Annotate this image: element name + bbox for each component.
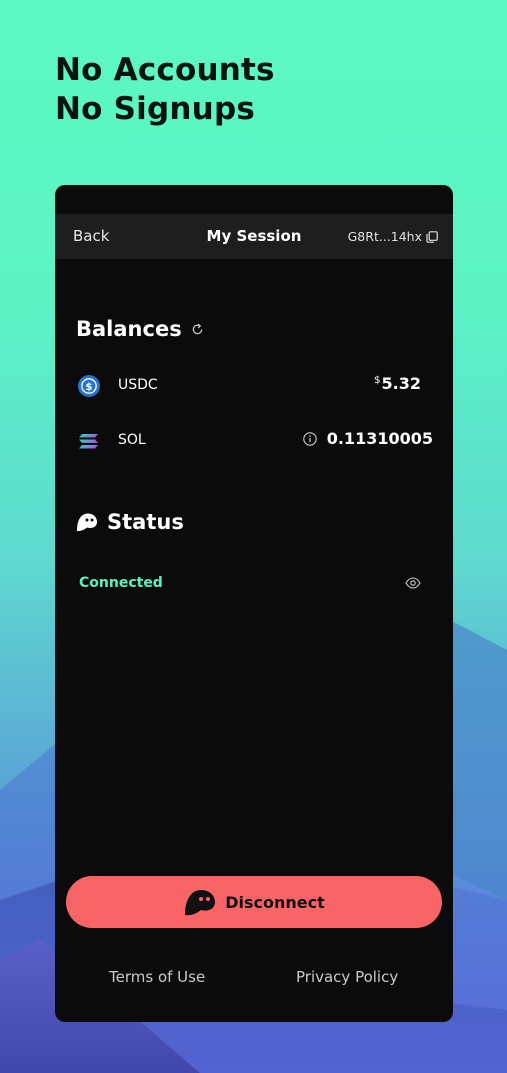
status-row: Connected: [79, 575, 421, 595]
currency-symbol: $: [374, 375, 381, 386]
token-amount-value: 5.32: [381, 374, 421, 393]
usdc-icon: $: [78, 375, 100, 397]
headline-line-2-bold: No: [55, 91, 103, 127]
ghost-icon: [77, 513, 97, 532]
headline-line-1: No Accounts: [55, 51, 275, 90]
token-row-usdc: $ USDC $ 5.32: [75, 371, 433, 401]
connection-status: Connected: [79, 575, 163, 591]
session-card: Back My Session G8Rt...14hx Balances $ U…: [55, 185, 453, 1022]
wallet-address: G8Rt...14hx: [347, 229, 422, 244]
privacy-policy-link[interactable]: Privacy Policy: [296, 968, 398, 986]
wallet-address-copy[interactable]: G8Rt...14hx: [348, 229, 438, 244]
balances-heading: Balances: [76, 317, 204, 341]
app-screen: No Accounts No Signups Back My Session G…: [0, 0, 507, 1073]
token-amount: $ 5.32: [374, 374, 421, 393]
info-icon[interactable]: [302, 431, 317, 446]
token-name: SOL: [118, 432, 146, 448]
status-title: Status: [107, 510, 184, 534]
token-name: USDC: [118, 377, 158, 393]
token-amount-value: 0.11310005: [326, 429, 433, 448]
headline-line-1-bold: No: [55, 52, 103, 88]
headline-line-1-rest: Accounts: [113, 52, 275, 88]
headline-line-2-rest: Signups: [113, 91, 255, 127]
headline: No Accounts No Signups: [55, 51, 275, 129]
headline-line-2: No Signups: [55, 90, 275, 129]
eye-icon[interactable]: [405, 577, 421, 589]
ghost-icon: [185, 890, 216, 916]
token-row-sol: SOL 0.11310005: [75, 426, 433, 456]
disconnect-button[interactable]: Disconnect: [66, 876, 442, 928]
disconnect-label: Disconnect: [225, 892, 325, 912]
terms-of-use-link[interactable]: Terms of Use: [109, 968, 205, 986]
balances-title: Balances: [76, 317, 182, 341]
svg-text:$: $: [86, 382, 93, 393]
refresh-icon[interactable]: [191, 323, 204, 336]
solana-icon: [79, 434, 98, 449]
navbar: Back My Session G8Rt...14hx: [55, 214, 453, 259]
status-heading: Status: [75, 510, 184, 534]
token-amount: 0.11310005: [302, 429, 433, 448]
copy-icon[interactable]: [426, 230, 438, 243]
